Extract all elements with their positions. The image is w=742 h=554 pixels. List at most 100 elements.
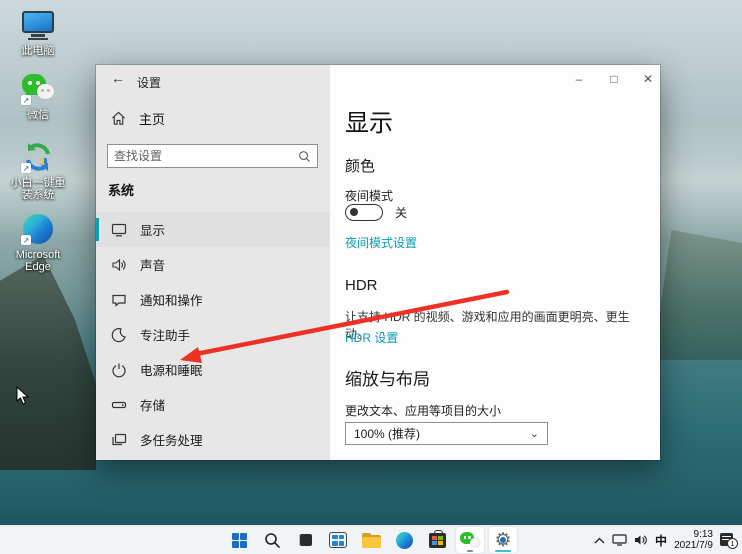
mouse-cursor <box>16 386 29 405</box>
active-indicator <box>495 549 511 552</box>
sidebar-item-label: 多任务处理 <box>140 434 203 448</box>
desktop-icon-label: 小白一键重装系统 <box>10 177 66 201</box>
storage-icon <box>110 396 127 413</box>
widgets-icon <box>329 532 347 548</box>
maximize-button[interactable]: □ <box>601 69 627 89</box>
hdr-section-heading: HDR <box>345 277 378 294</box>
sidebar-item-label: 通知和操作 <box>140 294 203 308</box>
sidebar-item-label: 专注助手 <box>140 329 191 343</box>
wechat-icon: ↗ <box>20 72 56 106</box>
tray-chevron-up-icon[interactable] <box>594 537 605 544</box>
night-light-toggle[interactable] <box>345 204 383 221</box>
toggle-state-label: 关 <box>395 206 408 220</box>
gear-icon: ⚙ <box>493 530 513 550</box>
desktop-icon-this-pc[interactable]: 此电脑 <box>6 8 70 57</box>
scale-dropdown-value: 100% (推荐) <box>354 427 421 441</box>
taskbar: ⚙ 中 9:13 2021/7/9 1 <box>0 525 742 554</box>
window-title: 设置 <box>137 76 162 90</box>
page-title: 显示 <box>345 110 393 137</box>
sidebar-item-storage[interactable]: 存储 <box>96 387 330 422</box>
microsoft-store-button[interactable] <box>423 527 451 553</box>
this-pc-icon <box>20 8 56 42</box>
store-icon <box>428 529 446 548</box>
close-button[interactable]: ✕ <box>635 69 661 89</box>
hdr-settings-link[interactable]: HDR 设置 <box>345 329 398 346</box>
sidebar-item-focus-assist[interactable]: 专注助手 <box>96 317 330 352</box>
desktop-icon-label: Microsoft Edge <box>15 249 61 273</box>
taskbar-search-button[interactable] <box>258 527 286 553</box>
desktop-icon-wechat[interactable]: ↗ 微信 <box>6 72 70 121</box>
night-light-label: 夜间模式 <box>345 189 394 203</box>
sidebar-item-display[interactable]: 显示 <box>96 212 330 247</box>
start-button[interactable] <box>225 527 253 553</box>
wechat-taskbar-button[interactable] <box>456 527 484 553</box>
wechat-icon <box>460 531 480 549</box>
multitasking-icon <box>110 431 127 448</box>
desktop-hill <box>656 230 742 360</box>
home-icon <box>110 110 127 127</box>
volume-icon[interactable] <box>634 534 648 546</box>
desktop-icon-xiaobai[interactable]: ↗ 小白一键重装系统 <box>6 140 70 201</box>
back-button[interactable]: ← <box>108 70 128 90</box>
sidebar-item-label: 存储 <box>140 399 166 413</box>
settings-content: 显示 颜色 夜间模式 关 夜间模式设置 HDR 让支持 HDR 的视频、游戏和应… <box>330 65 660 460</box>
tray-clock[interactable]: 9:13 2021/7/9 <box>674 529 713 552</box>
windows-logo-icon <box>231 532 247 548</box>
notification-badge: 1 <box>727 537 738 549</box>
chevron-down-icon: ⌄ <box>529 428 539 440</box>
display-icon <box>110 221 127 238</box>
color-section-heading: 颜色 <box>345 158 376 175</box>
folder-icon <box>361 532 381 548</box>
sidebar-home-label: 主页 <box>139 112 166 127</box>
notifications-icon <box>110 291 127 308</box>
power-icon <box>110 361 127 378</box>
running-indicator <box>467 549 473 552</box>
settings-sidebar: 主页 系统 显示 <box>96 65 330 460</box>
sidebar-nav: 显示 声音 通知和操作 专注助手 电源和睡眠 存储 多任务处理 <box>96 212 330 457</box>
task-view-button[interactable] <box>291 527 319 553</box>
desktop-icon-label: 微信 <box>27 109 49 121</box>
taskbar-center-icons: ⚙ <box>225 526 517 554</box>
sidebar-section-system: 系统 <box>108 183 135 198</box>
settings-window: 主页 系统 显示 <box>96 65 660 460</box>
search-icon[interactable] <box>298 150 311 163</box>
minimize-button[interactable]: – <box>566 69 592 89</box>
search-icon <box>264 532 280 548</box>
sidebar-item-notifications[interactable]: 通知和操作 <box>96 282 330 317</box>
desktop-icon-edge[interactable]: ↗ Microsoft Edge <box>6 212 70 273</box>
notification-center-button[interactable]: 1 <box>720 532 738 549</box>
sidebar-item-label: 声音 <box>140 259 166 273</box>
desktop: 此电脑 ↗ 微信 ↗ 小白一键重装系统 ↗ Microsoft Edge 主页 … <box>0 0 742 554</box>
shortcut-arrow-icon: ↗ <box>21 163 31 173</box>
night-light-settings-link[interactable]: 夜间模式设置 <box>345 234 417 251</box>
file-explorer-button[interactable] <box>357 527 385 553</box>
sound-icon <box>110 256 127 273</box>
desktop-cliff <box>0 255 96 470</box>
sidebar-item-home[interactable]: 主页 <box>110 109 165 128</box>
xiaobai-reinstall-icon: ↗ <box>20 140 56 174</box>
network-icon[interactable] <box>612 534 627 546</box>
toggle-knob <box>350 208 358 216</box>
sidebar-item-power-sleep[interactable]: 电源和睡眠 <box>96 352 330 387</box>
edge-icon: ↗ <box>20 212 56 246</box>
settings-taskbar-button[interactable]: ⚙ <box>489 527 517 553</box>
settings-search-box <box>107 144 318 168</box>
tray-time: 9:13 <box>693 528 713 540</box>
shortcut-arrow-icon: ↗ <box>21 95 31 105</box>
tray-date: 2021/7/9 <box>674 540 713 551</box>
ime-indicator[interactable]: 中 <box>655 532 667 549</box>
edge-icon <box>395 531 413 549</box>
taskbar-tray: 中 9:13 2021/7/9 1 <box>594 526 738 554</box>
selected-accent-bar <box>96 218 99 241</box>
widgets-button[interactable] <box>324 527 352 553</box>
edge-button[interactable] <box>390 527 418 553</box>
focus-assist-icon <box>110 326 127 343</box>
scale-size-label: 更改文本、应用等项目的大小 <box>345 404 502 418</box>
sidebar-item-sound[interactable]: 声音 <box>96 247 330 282</box>
shortcut-arrow-icon: ↗ <box>21 235 31 245</box>
scale-dropdown[interactable]: 100% (推荐) ⌄ <box>345 422 548 445</box>
desktop-icon-label: 此电脑 <box>21 45 55 57</box>
sidebar-item-label: 电源和睡眠 <box>140 364 203 378</box>
sidebar-item-multitasking[interactable]: 多任务处理 <box>96 422 330 457</box>
search-input[interactable] <box>108 149 298 163</box>
